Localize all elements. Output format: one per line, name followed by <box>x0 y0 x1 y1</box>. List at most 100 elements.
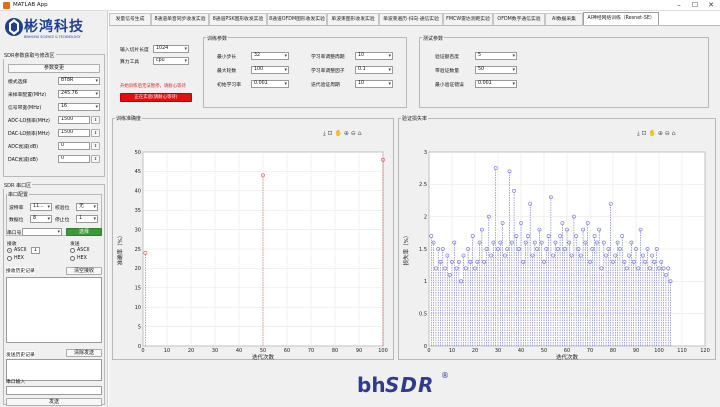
config-field-label: DAC衰减(dB) <box>8 158 38 163</box>
tab-4[interactable]: 单波束图形收发实验 <box>327 13 379 25</box>
port-label: 串口号 <box>7 231 22 236</box>
maximize-icon[interactable]: ☐ <box>688 1 702 9</box>
y-tick-label: 25 <box>135 247 141 253</box>
config-field-label: 模式选择 <box>8 80 28 85</box>
footer-logo-accent: SDR <box>385 373 435 397</box>
x-tick-label: 110 <box>677 348 687 354</box>
tab-3[interactable]: 8通道OFDM图形收发实验 <box>267 13 327 25</box>
y-tick-label: 40 <box>135 189 141 195</box>
serial-input-field[interactable] <box>6 386 102 395</box>
y-tick-label: 10 <box>135 305 141 311</box>
tab-2[interactable]: 8通道PSK图形收发实验 <box>209 13 267 25</box>
input-length-select[interactable]: 1024 <box>153 45 189 53</box>
tab-8[interactable]: AI数据采集 <box>545 13 583 25</box>
tab-1[interactable]: 8通道单音同步收发实验 <box>151 13 209 25</box>
y-axis-label: 准确率（%） <box>116 233 124 266</box>
y-tick-label: 0 <box>424 344 427 350</box>
parity-label: 校验位 <box>55 206 70 211</box>
stopbits-label: 停止位 <box>55 218 70 223</box>
rx-ascii-radio[interactable] <box>7 248 12 253</box>
rx-hex-label: HEX <box>14 256 24 261</box>
x-tick-label: 10 <box>449 348 455 354</box>
tab-5[interactable]: 单波束遍历·扫向·通信实验 <box>379 13 443 25</box>
test-param-select[interactable]: 0.001 <box>475 80 517 88</box>
chart-toolbar-icons[interactable]: ⤓ ⊡ ✋ ⊕ ⊖ ⌂ <box>323 130 362 138</box>
x-tick-label: 80 <box>332 348 338 354</box>
stepper-arrows-icon[interactable]: ⇕ <box>91 116 100 124</box>
param-change-button[interactable]: 参数变更 <box>8 64 100 73</box>
tab-9[interactable]: AI神经网络训练（Resnet-SE） <box>583 12 659 25</box>
brand-tagline: BINHONG SCIENCE & TECHNOLOGY <box>24 35 81 39</box>
config-field-select[interactable]: 16 <box>58 103 100 111</box>
clear-tx-button[interactable]: 清除发送 <box>66 349 102 357</box>
databits-select[interactable]: 8 <box>30 215 52 223</box>
train-param-label: 最大轮数 <box>217 69 237 74</box>
parity-select[interactable]: 无 <box>76 203 98 211</box>
tab-bar: 发量信号生成 8通道单音同步收发实验 8通道PSK图形收发实验 8通道OFDM图形收发… <box>109 12 720 25</box>
tool-select[interactable]: cpu <box>153 57 189 65</box>
config-field-input[interactable]: 0 <box>58 142 90 150</box>
test-param-label: 验证额百度 <box>435 55 459 60</box>
port-select[interactable] <box>22 228 62 236</box>
y-tick-label: 2.5 <box>419 182 427 188</box>
baud-select[interactable]: 11... <box>30 203 52 211</box>
rx-history-label: 接收历史记录 <box>6 267 35 274</box>
tab-6[interactable]: FMCW雷达测距实验 <box>443 13 493 25</box>
x-tick-label: 60 <box>284 348 290 354</box>
test-param-select[interactable]: 50 <box>475 66 517 74</box>
tab-0[interactable]: 发量信号生成 <box>109 13 151 25</box>
train-param-select[interactable]: 0.1 <box>355 66 393 74</box>
ai-training-tab-content: 输入切片长度 1024 算力工具 cpu 开始训练后无法暂停，请耐心等待 正在实… <box>109 25 720 407</box>
send-button[interactable]: 发送 <box>6 398 102 406</box>
x-tick-label: 0 <box>141 348 144 354</box>
x-tick-label: 90 <box>633 348 639 354</box>
config-field-select[interactable]: 245.76 <box>58 90 100 98</box>
config-field-input[interactable]: 0 <box>58 155 90 163</box>
stepper-arrows-icon[interactable]: ⇕ <box>91 129 100 137</box>
config-field-label: 信号带宽(MHz) <box>8 106 42 111</box>
stepper-arrows-icon[interactable]: ⇕ <box>91 142 100 150</box>
train-param-select[interactable]: 0.001 <box>251 80 289 88</box>
x-tick-label: 50 <box>260 348 266 354</box>
train-param-select[interactable]: 10 <box>355 80 393 88</box>
open-port-button[interactable]: 选择 <box>66 228 102 236</box>
x-tick-label: 30 <box>495 348 501 354</box>
baud-label: 波特率 <box>9 206 24 211</box>
stopbits-select[interactable]: 1 <box>76 215 98 223</box>
rx-history-area[interactable] <box>6 277 102 343</box>
tx-hex-radio[interactable] <box>70 256 75 261</box>
train-param-select[interactable]: 10 <box>355 52 393 60</box>
train-param-select[interactable]: 32 <box>251 52 289 60</box>
tab-7[interactable]: OFDM数字通信实验 <box>493 13 545 25</box>
y-tick-label: 15 <box>135 286 141 292</box>
minimize-icon[interactable]: – <box>672 1 686 9</box>
left-sidebar: 彬鸿科技 BINHONG SCIENCE & TECHNOLOGY SDR参数获… <box>0 11 108 407</box>
train-button[interactable]: 正在实验(请耐心等待) <box>120 93 192 102</box>
stepper-arrows-icon[interactable]: ⇕ <box>91 155 100 163</box>
train-param-select[interactable]: 100 <box>251 66 289 74</box>
config-field-input[interactable]: 1500 <box>58 116 90 124</box>
brand-name: 彬鸿科技 <box>24 19 84 35</box>
chart-toolbar-icons[interactable]: ⤓ ⊡ ✋ ⊕ ⊖ ⌂ <box>637 130 676 138</box>
clear-rx-button[interactable]: 清空接收 <box>66 267 102 275</box>
rx-ascii-label: ASCII <box>14 248 27 253</box>
loss-chart-title: 验证损失率 <box>401 115 429 122</box>
tx-hex-label: HEX <box>77 256 87 261</box>
x-tick-label: 0 <box>427 348 430 354</box>
rx-hex-radio[interactable] <box>7 256 12 261</box>
x-axis-label: 迭代次数 <box>556 353 579 360</box>
training-hint: 开始训练后无法暂停，请耐心等待 <box>120 84 186 89</box>
test-param-select[interactable]: 5 <box>475 52 517 60</box>
train-param-label: 初始学习率 <box>217 83 241 88</box>
y-tick-label: 5 <box>138 324 141 330</box>
rx-count-field[interactable]: 1 <box>31 247 40 254</box>
close-icon[interactable]: ✕ <box>704 1 718 9</box>
x-tick-label: 10 <box>164 348 170 354</box>
x-tick-label: 120 <box>700 348 710 354</box>
config-field-input[interactable]: 1500 <box>58 129 90 137</box>
config-field-select[interactable]: 8T8R <box>58 77 100 85</box>
tx-ascii-radio[interactable] <box>70 248 75 253</box>
x-axis-label: 迭代次数 <box>252 353 275 360</box>
train-param-label: 学习率调整周期 <box>311 55 345 60</box>
matlab-icon <box>3 2 10 9</box>
